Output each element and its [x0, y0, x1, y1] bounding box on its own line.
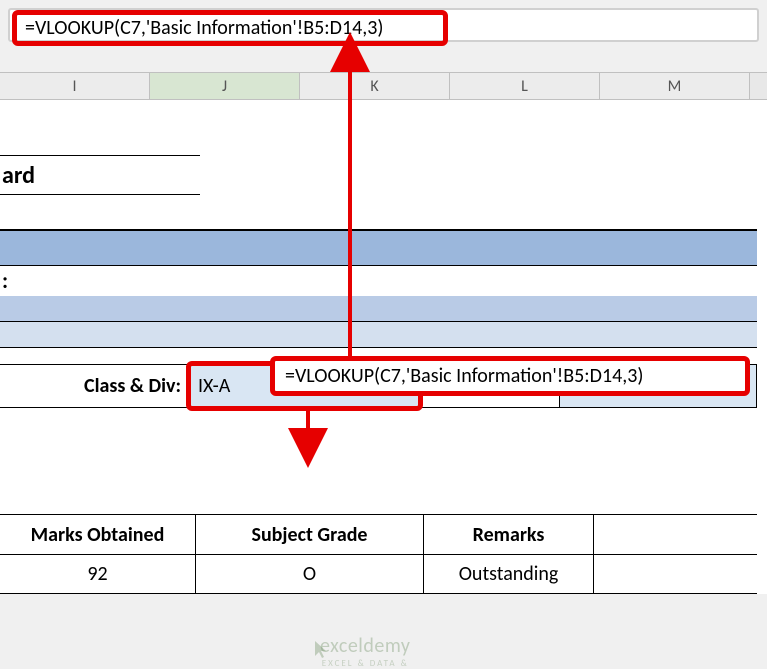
table-row: 92 O Outstanding [0, 554, 757, 594]
col-header-m[interactable]: M [600, 73, 750, 99]
label-band-colon: : [0, 266, 757, 296]
formula-bar-highlight: =VLOOKUP(C7,'Basic Information'!B5:D14,3… [12, 10, 448, 46]
cell-marks-obtained[interactable]: 92 [0, 555, 196, 593]
watermark-main: exceldemy [320, 634, 410, 658]
class-div-label: Class & Div: [0, 365, 190, 407]
cell-subject-grade[interactable]: O [196, 555, 424, 593]
watermark-sub: EXCEL & DATA & [320, 658, 410, 669]
col-header-l[interactable]: L [450, 73, 600, 99]
header-band-blue2 [0, 296, 757, 322]
table-header-row: Marks Obtained Subject Grade Remarks [0, 514, 757, 554]
spacer-band-1 [0, 204, 757, 230]
class-div-value: IX-A [198, 374, 230, 398]
watermark: exceldemy EXCEL & DATA & [320, 634, 410, 669]
cell-remarks[interactable]: Outstanding [424, 555, 594, 593]
col-marks-obtained: Marks Obtained [0, 515, 196, 554]
worksheet-area[interactable]: ard : Class & Div: IX-A Attendance: Mark… [0, 100, 767, 594]
formula-text-top: =VLOOKUP(C7,'Basic Information'!B5:D14,3… [25, 16, 383, 40]
marks-table: Marks Obtained Subject Grade Remarks 92 … [0, 514, 757, 594]
cursor-icon [314, 640, 328, 660]
col-subject-grade: Subject Grade [196, 515, 424, 554]
col-remarks: Remarks [424, 515, 594, 554]
header-band-blue1 [0, 230, 757, 266]
col-header-j[interactable]: J [150, 73, 300, 99]
header-band-blue3 [0, 322, 757, 348]
formula-callout-bottom: =VLOOKUP(C7,'Basic Information'!B5:D14,3… [270, 356, 750, 396]
formula-text-bottom: =VLOOKUP(C7,'Basic Information'!B5:D14,3… [285, 364, 643, 388]
column-header-row: I J K L M [0, 72, 767, 100]
col-header-k[interactable]: K [300, 73, 450, 99]
title-fragment: ard [0, 155, 200, 195]
col-header-i[interactable]: I [0, 73, 150, 99]
